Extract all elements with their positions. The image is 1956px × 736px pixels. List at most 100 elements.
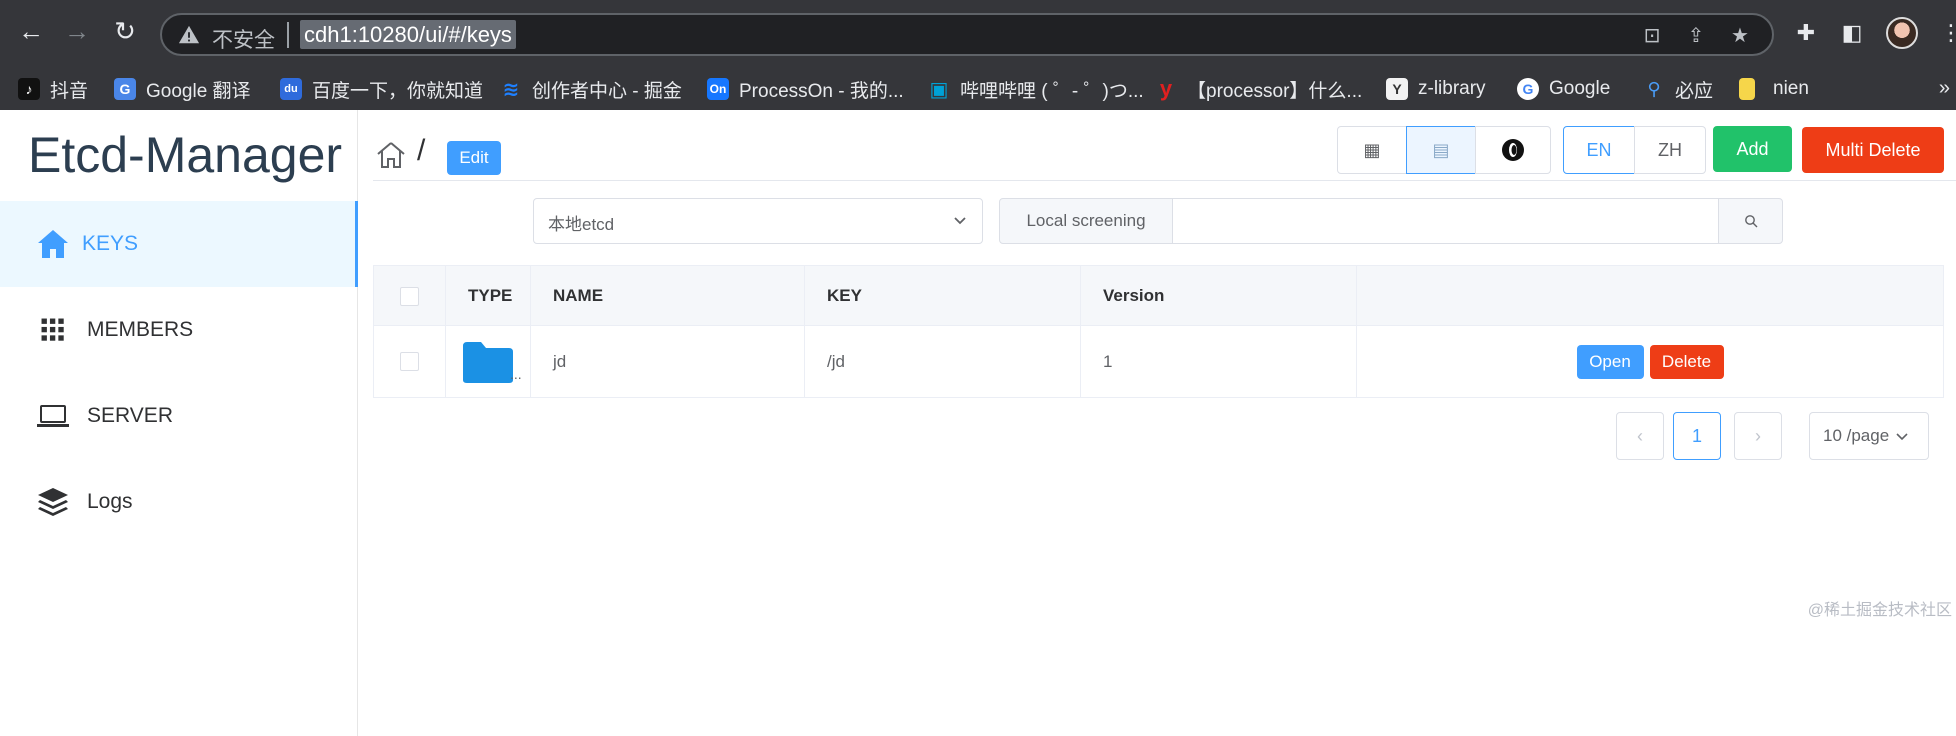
column-header-type[interactable]: TYPE	[446, 266, 531, 326]
google-icon: G	[1517, 78, 1539, 100]
bookmark-item[interactable]: ⚲ 必应	[1643, 75, 1713, 103]
chevron-down-icon	[1896, 433, 1908, 441]
sidebar-item-label: SERVER	[87, 404, 173, 427]
row-checkbox[interactable]	[400, 352, 419, 371]
type-cell: ...	[446, 326, 531, 397]
list-view-button[interactable]: ▤	[1406, 126, 1476, 174]
page-number-button[interactable]: 1	[1673, 412, 1721, 460]
insecure-label: 不安全	[212, 29, 275, 52]
bookmark-item[interactable]: ≋ 创作者中心 - 掘金	[500, 75, 682, 103]
bookmark-label: Google	[1549, 78, 1611, 99]
header-checkbox-cell	[374, 266, 446, 326]
table-header: TYPE NAME KEY Version	[374, 266, 1943, 326]
bookmarks-bar: ♪ 抖音 G Google 翻译 du 百度一下，你就知道 ≋ 创作者中心 - …	[0, 69, 1956, 110]
back-arrow-icon[interactable]: ←	[16, 16, 46, 46]
address-bar[interactable]: 不安全 cdh1:10280/ui/#/keys ⊡ ⇪ ★	[160, 13, 1774, 56]
bookmark-item[interactable]: y 【processor】什么...	[1155, 75, 1362, 103]
next-page-button[interactable]: ›	[1734, 412, 1782, 460]
juejin-icon: ≋	[502, 78, 520, 101]
processon-icon: On	[707, 78, 729, 100]
sidebar-item-label: Logs	[87, 490, 133, 513]
sidebar-item-label: MEMBERS	[87, 318, 194, 341]
folder-icon	[463, 341, 513, 383]
keys-table: TYPE NAME KEY Version ... jd /jd 1 Open …	[373, 265, 1944, 398]
layers-icon	[38, 488, 68, 516]
bookmarks-overflow-button[interactable]: »	[1939, 77, 1950, 100]
chevron-down-icon	[954, 217, 966, 225]
url-text[interactable]: cdh1:10280/ui/#/keys	[300, 20, 516, 49]
lang-en-button[interactable]: EN	[1563, 126, 1635, 174]
reload-icon[interactable]: ↻	[110, 16, 140, 46]
grid-view-button[interactable]: ▦	[1337, 126, 1407, 174]
home-icon	[38, 230, 68, 258]
search-icon	[1744, 215, 1757, 228]
google-translate-icon: G	[114, 78, 136, 100]
bookmark-folder-icon	[1739, 78, 1755, 100]
pagination: ‹ 1 › 10 /page	[359, 412, 1956, 460]
multi-delete-button[interactable]: Multi Delete	[1802, 127, 1944, 173]
bing-search-icon: ⚲	[1647, 78, 1661, 99]
main-content: / Edit ▦ ▤ EN ZH Add Multi Delete 本地etcd…	[359, 110, 1956, 736]
column-header-key[interactable]: KEY	[805, 266, 1081, 326]
star-icon[interactable]: ★	[1728, 24, 1752, 48]
table-grid-icon: ▦	[1363, 139, 1381, 160]
sidebar-item-label: KEYS	[82, 232, 139, 255]
version-cell: 1	[1081, 326, 1357, 397]
kebab-menu-icon[interactable]: ⋮	[1940, 19, 1956, 47]
side-panel-icon[interactable]: ◧	[1838, 19, 1866, 47]
row-checkbox-cell	[374, 326, 446, 397]
zlibrary-icon: Y	[1386, 78, 1408, 100]
sidebar-item-keys[interactable]: KEYS	[0, 201, 358, 287]
home-outline-icon[interactable]	[376, 140, 406, 170]
divider	[373, 180, 1956, 181]
sidebar-item-logs[interactable]: Logs	[0, 459, 358, 545]
bookmark-label: 必应	[1675, 80, 1714, 102]
lang-zh-button[interactable]: ZH	[1634, 126, 1706, 174]
avatar[interactable]	[1886, 17, 1918, 49]
laptop-icon	[37, 405, 69, 427]
open-button[interactable]: Open	[1576, 344, 1644, 379]
bookmark-item[interactable]: nien	[1739, 75, 1809, 103]
theme-toggle-button[interactable]	[1475, 126, 1551, 174]
bookmark-item[interactable]: Y z-library	[1386, 75, 1486, 103]
baidu-icon: du	[280, 78, 302, 100]
omnibox-divider	[287, 22, 289, 48]
sidebar-item-members[interactable]: MEMBERS	[0, 287, 358, 373]
share-icon[interactable]: ⇪	[1684, 24, 1708, 48]
bookmark-label: Google 翻译	[146, 80, 251, 102]
sidebar-item-server[interactable]: SERVER	[0, 373, 358, 459]
bookmark-item[interactable]: du 百度一下，你就知道	[280, 75, 483, 103]
page-size-select[interactable]: 10 /page	[1809, 412, 1929, 460]
translate-icon[interactable]: ⊡	[1640, 24, 1664, 48]
page-size-value: 10 /page	[1823, 426, 1890, 445]
bookmark-label: z-library	[1418, 78, 1486, 99]
bookmark-label: nien	[1773, 78, 1809, 99]
grid-icon	[41, 318, 64, 341]
column-header-name[interactable]: NAME	[531, 266, 805, 326]
bookmark-label: 百度一下，你就知道	[312, 80, 484, 102]
language-switch: EN ZH	[1563, 126, 1706, 174]
bookmark-item[interactable]: ▣ 哔哩哔哩 ( ゜- ゜)つ...	[928, 75, 1144, 103]
bookmark-item[interactable]: G Google 翻译	[114, 75, 251, 103]
youdao-icon: y	[1159, 76, 1173, 101]
add-button[interactable]: Add	[1713, 126, 1792, 172]
etcd-select[interactable]: 本地etcd	[533, 198, 983, 244]
search-input[interactable]	[1172, 198, 1719, 244]
view-mode-group: ▦ ▤	[1337, 126, 1551, 174]
bookmark-item[interactable]: On ProcessOn - 我的...	[707, 75, 904, 103]
bookmark-label: 抖音	[50, 80, 89, 102]
bookmark-item[interactable]: ♪ 抖音	[18, 75, 88, 103]
tiktok-icon: ♪	[18, 78, 40, 100]
extensions-icon[interactable]: ✚	[1792, 19, 1820, 47]
prev-page-button[interactable]: ‹	[1616, 412, 1664, 460]
search-button[interactable]	[1718, 198, 1783, 244]
warning-icon[interactable]	[178, 24, 200, 46]
column-header-version[interactable]: Version	[1081, 266, 1357, 326]
etcd-select-value: 本地etcd	[548, 215, 615, 234]
breadcrumb-separator: /	[417, 134, 426, 167]
edit-button[interactable]: Edit	[447, 141, 501, 175]
select-all-checkbox[interactable]	[400, 286, 419, 306]
forward-arrow-icon[interactable]: →	[62, 16, 92, 46]
bookmark-item[interactable]: G Google	[1517, 75, 1610, 103]
delete-button[interactable]: Delete	[1649, 344, 1724, 379]
